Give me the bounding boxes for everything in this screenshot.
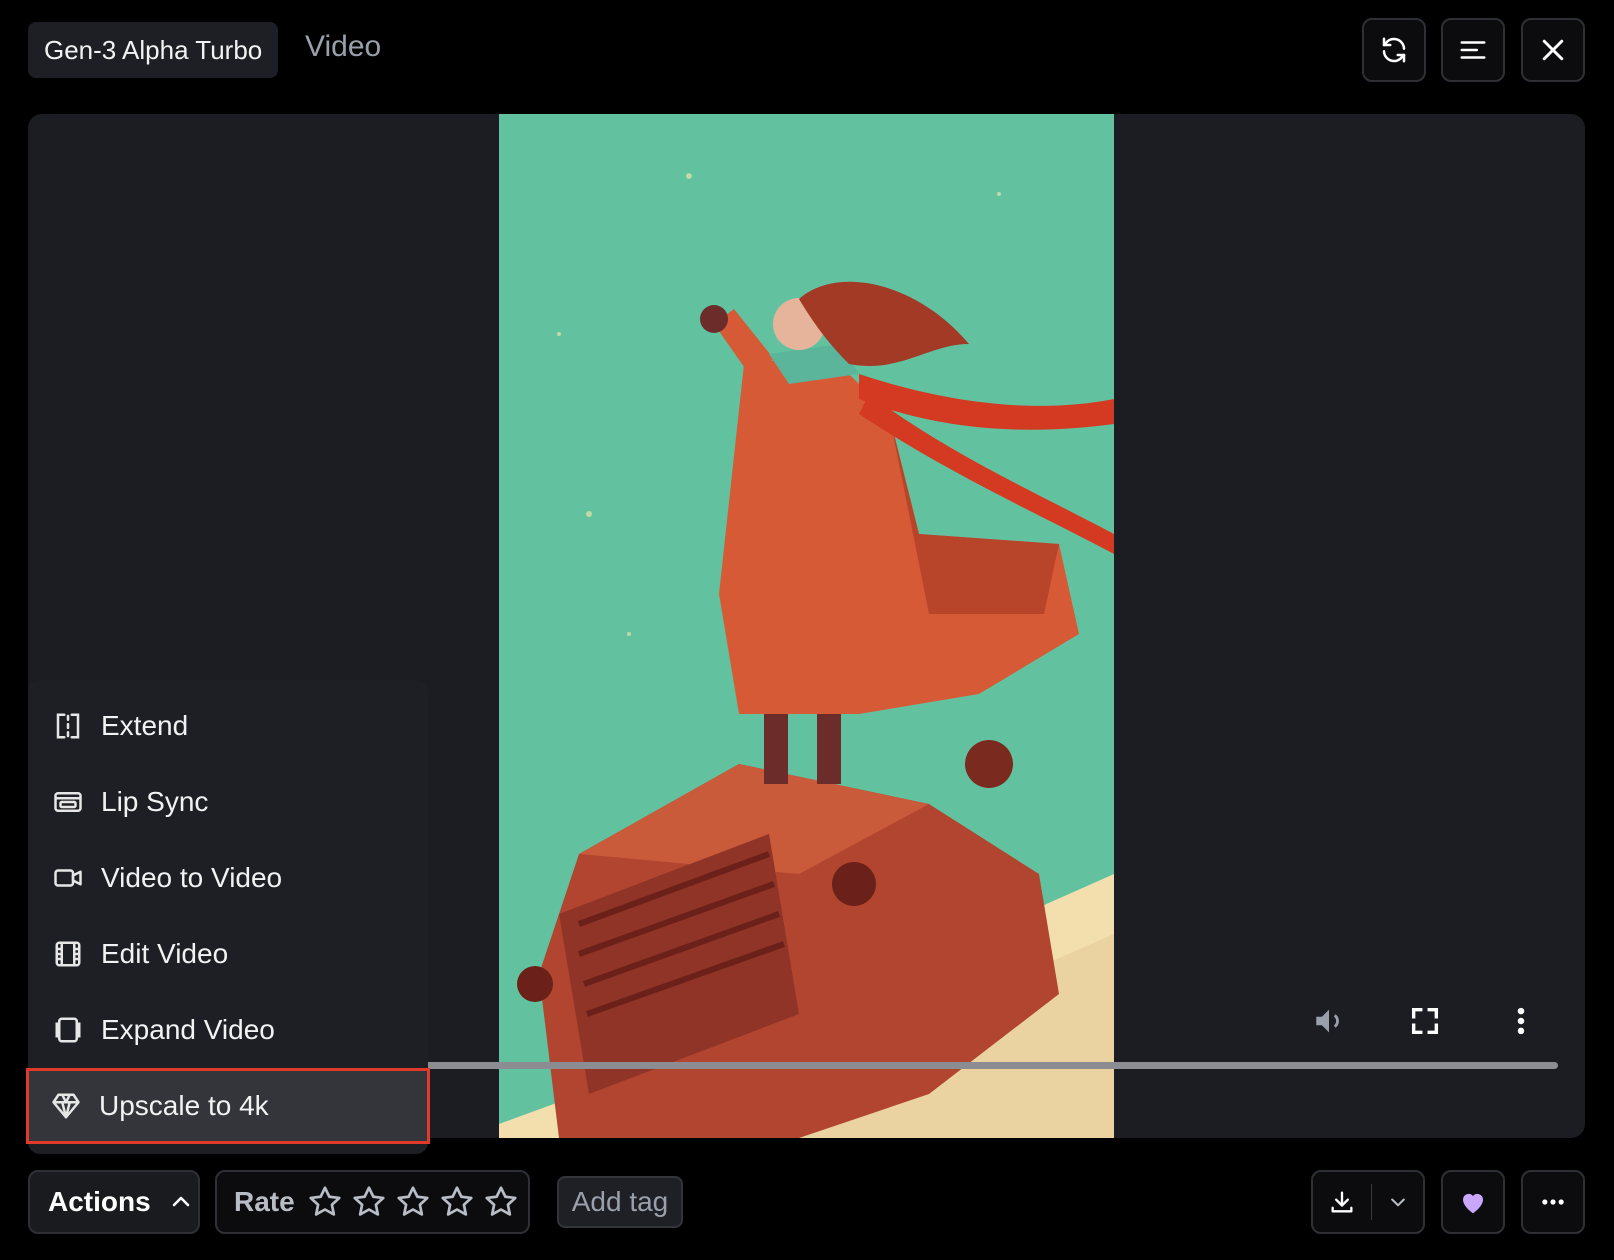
menu-item-edit-video[interactable]: Edit Video <box>28 916 428 992</box>
more-horizontal-icon <box>1542 1199 1564 1205</box>
download-icon <box>1331 1191 1353 1213</box>
download-options-button[interactable] <box>1372 1172 1423 1232</box>
menu-item-label: Video to Video <box>101 862 283 893</box>
fullscreen-button[interactable] <box>1403 999 1447 1043</box>
menu-item-expand-video[interactable]: Expand Video <box>28 992 428 1068</box>
video-frame[interactable] <box>499 114 1114 1138</box>
menu-item-extend[interactable]: Extend <box>28 688 428 764</box>
add-tag-button[interactable]: Add tag <box>557 1176 683 1228</box>
menu-item-video-to-video[interactable]: Video to Video <box>28 840 428 916</box>
download-button[interactable] <box>1313 1172 1371 1232</box>
film-strip-icon <box>53 939 83 969</box>
download-button-group <box>1311 1170 1425 1234</box>
menu-item-label: Lip Sync <box>101 786 209 817</box>
extend-icon <box>53 711 83 741</box>
more-options-button[interactable] <box>1521 1170 1585 1234</box>
close-button[interactable] <box>1521 18 1585 82</box>
actions-button[interactable]: Actions <box>28 1170 200 1234</box>
volume-icon <box>1316 1009 1339 1033</box>
diamond-icon <box>51 1091 81 1121</box>
video-more-icon <box>1517 1007 1525 1035</box>
menu-item-label: Expand Video <box>101 1014 275 1045</box>
expand-frame-icon <box>53 1015 83 1045</box>
rate-label: Rate <box>234 1186 295 1217</box>
star-icon[interactable] <box>307 1184 343 1220</box>
refresh-icon <box>1382 37 1406 63</box>
refresh-button[interactable] <box>1362 18 1426 82</box>
model-name-chip[interactable]: Gen-3 Alpha Turbo <box>28 22 279 78</box>
lip-sync-icon <box>53 787 83 817</box>
favorite-button[interactable] <box>1441 1170 1505 1234</box>
star-icon[interactable] <box>395 1184 431 1220</box>
video-camera-icon <box>53 863 83 893</box>
menu-item-label: Extend <box>101 710 189 741</box>
actions-menu: Extend Lip Sync Video to Video Edit Vide… <box>26 680 430 1154</box>
details-menu-icon <box>1460 41 1486 59</box>
details-button[interactable] <box>1441 18 1505 82</box>
chevron-up-icon <box>169 1190 193 1214</box>
actions-label: Actions <box>48 1186 151 1217</box>
star-rating <box>307 1184 527 1220</box>
header: Gen-3 Alpha Turbo Video <box>0 0 1614 100</box>
fullscreen-icon <box>1411 1007 1439 1035</box>
menu-item-upscale-4k[interactable]: Upscale to 4k <box>26 1068 430 1144</box>
asset-type-label: Video <box>305 30 382 63</box>
star-icon[interactable] <box>483 1184 519 1220</box>
close-icon <box>1542 39 1564 61</box>
heart-icon <box>1463 1193 1483 1214</box>
star-icon[interactable] <box>439 1184 475 1220</box>
star-icon[interactable] <box>351 1184 387 1220</box>
volume-button[interactable] <box>1307 999 1351 1043</box>
chevron-down-icon <box>1390 1198 1405 1207</box>
rating-control: Rate <box>215 1170 530 1234</box>
menu-item-label: Upscale to 4k <box>99 1090 269 1121</box>
menu-item-lip-sync[interactable]: Lip Sync <box>28 764 428 840</box>
video-more-button[interactable] <box>1499 999 1543 1043</box>
menu-item-label: Edit Video <box>101 938 229 969</box>
video-thumbnail <box>499 114 1114 1138</box>
